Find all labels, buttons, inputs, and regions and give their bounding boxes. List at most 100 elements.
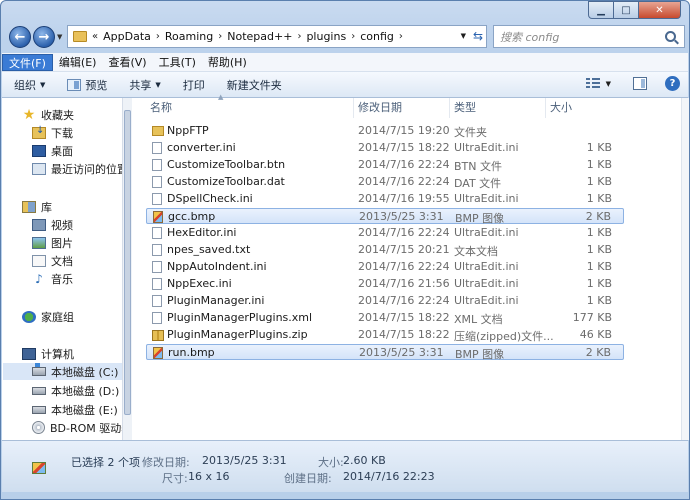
breadcrumb-chevron-icon[interactable]: › <box>399 31 403 42</box>
created-label: 创建日期: <box>284 472 332 485</box>
sidebar-item-favorites[interactable]: ★ 收藏夹 <box>22 106 74 123</box>
file-icon <box>152 142 162 154</box>
breadcrumb-chevron-icon[interactable]: › <box>297 31 301 42</box>
share-button[interactable]: 共享 ▼ <box>129 77 160 93</box>
file-list-scrollbar[interactable] <box>681 98 689 440</box>
sidebar-item-drive-c[interactable]: 本地磁盘 (C:) <box>3 363 122 380</box>
file-row[interactable]: npes_saved.txt 2014/7/15 20:21 文本文档 1 KB <box>146 242 624 258</box>
breadcrumb-chevron-icon[interactable]: › <box>156 31 160 42</box>
file-date: 2014/7/15 20:21 <box>358 243 450 256</box>
modified-label: 修改日期: <box>142 456 190 469</box>
sidebar-item-computer[interactable]: 计算机 <box>22 345 74 362</box>
breadcrumb-overflow[interactable]: « <box>92 31 98 42</box>
file-type: UltraEdit.ini <box>454 277 519 290</box>
navigation-bar: ← → ▼ « AppData › Roaming › Notepad++ › … <box>7 23 685 51</box>
file-row[interactable]: CustomizeToolbar.btn 2014/7/16 22:24 BTN… <box>146 157 624 173</box>
desktop-icon <box>32 144 46 157</box>
sidebar-item-libraries[interactable]: 库 <box>22 198 52 215</box>
sidebar-item-recent-places[interactable]: 最近访问的位置 <box>32 160 122 177</box>
file-type: XML 文档 <box>454 313 503 326</box>
file-row[interactable]: PluginManagerPlugins.zip 2014/7/15 18:22… <box>146 327 624 343</box>
address-history-dropdown[interactable]: ▼ <box>461 32 466 40</box>
minimize-button[interactable]: ▁ <box>588 1 614 19</box>
scrollbar-thumb[interactable] <box>124 110 131 415</box>
file-row[interactable]: PluginManagerPlugins.xml 2014/7/15 18:22… <box>146 310 624 326</box>
file-name: converter.ini <box>167 141 236 154</box>
menu-file[interactable]: 文件(F) <box>2 53 53 71</box>
search-icon[interactable] <box>665 31 676 42</box>
file-row-selected[interactable]: gcc.bmp 2013/5/25 3:31 BMP 图像 2 KB <box>146 208 624 225</box>
preview-icon <box>67 78 82 91</box>
help-icon[interactable]: ? <box>665 76 680 91</box>
sidebar-item-videos[interactable]: 视频 <box>32 216 73 233</box>
file-row[interactable]: NppFTP 2014/7/15 19:20 文件夹 <box>146 123 624 139</box>
dimensions-value: 16 x 16 <box>188 470 230 483</box>
print-button[interactable]: 打印 <box>183 77 205 93</box>
file-type: 压缩(zipped)文件... <box>454 330 554 343</box>
sidebar-item-documents[interactable]: 文档 <box>32 252 73 269</box>
bitmap-image-icon <box>153 211 163 223</box>
bitmap-thumbnail-icon <box>32 462 46 474</box>
file-row-selected[interactable]: run.bmp 2013/5/25 3:31 BMP 图像 2 KB <box>146 344 624 361</box>
star-icon: ★ <box>22 106 36 123</box>
file-size: 1 KB <box>586 277 612 290</box>
file-type: UltraEdit.ini <box>454 226 519 239</box>
organize-button[interactable]: 组织 ▼ <box>14 77 45 93</box>
file-row[interactable]: converter.ini 2014/7/15 18:22 UltraEdit.… <box>146 140 624 156</box>
sidebar-item-bd-rom[interactable]: BD-ROM 驱动器 <box>32 419 122 436</box>
back-button[interactable]: ← <box>9 26 31 48</box>
column-header-size[interactable]: 大小 <box>546 98 624 118</box>
breadcrumb-item[interactable]: AppData <box>103 30 151 43</box>
file-row[interactable]: NppExec.ini 2014/7/16 21:56 UltraEdit.in… <box>146 276 624 292</box>
sidebar-item-music[interactable]: ♪ 音乐 <box>32 270 73 287</box>
file-row[interactable]: NppAutoIndent.ini 2014/7/16 22:24 UltraE… <box>146 259 624 275</box>
preview-button[interactable]: 预览 <box>67 77 107 93</box>
breadcrumb-item[interactable]: plugins <box>306 30 346 43</box>
preview-pane-icon[interactable] <box>633 77 647 90</box>
column-header-name[interactable]: 名称 <box>146 98 354 118</box>
close-button[interactable]: ✕ <box>639 1 681 19</box>
search-box[interactable]: 搜索 config <box>493 25 685 48</box>
menu-help[interactable]: 帮助(H) <box>202 54 253 71</box>
sidebar-item-label: 最近访问的位置 <box>51 162 122 176</box>
sidebar-item-label: BD-ROM 驱动器 <box>50 421 122 435</box>
file-row[interactable]: CustomizeToolbar.dat 2014/7/16 22:24 DAT… <box>146 174 624 190</box>
new-folder-button[interactable]: 新建文件夹 <box>227 77 282 93</box>
address-bar[interactable]: « AppData › Roaming › Notepad++ › plugin… <box>67 25 487 48</box>
file-type: UltraEdit.ini <box>454 294 519 307</box>
breadcrumb-item[interactable]: Roaming <box>165 30 213 43</box>
sidebar-item-pictures[interactable]: 图片 <box>32 234 73 251</box>
sidebar-item-desktop[interactable]: 桌面 <box>32 142 73 159</box>
navigation-scrollbar[interactable] <box>122 98 132 440</box>
breadcrumb-chevron-icon[interactable]: › <box>218 31 222 42</box>
breadcrumb-item[interactable]: Notepad++ <box>227 30 292 43</box>
library-icon <box>22 200 36 213</box>
column-header-date[interactable]: 修改日期 <box>354 98 450 118</box>
recent-pages-dropdown[interactable]: ▼ <box>57 33 62 41</box>
sidebar-item-drive-d[interactable]: 本地磁盘 (D:) <box>32 382 119 399</box>
menu-edit[interactable]: 编辑(E) <box>53 54 103 71</box>
menu-view[interactable]: 查看(V) <box>102 54 152 71</box>
file-icon <box>152 261 162 273</box>
maximize-button[interactable]: □ <box>614 1 639 19</box>
modified-value: 2013/5/25 3:31 <box>202 454 287 467</box>
file-row[interactable]: HexEditor.ini 2014/7/16 22:24 UltraEdit.… <box>146 225 624 241</box>
sidebar-item-homegroup[interactable]: 家庭组 <box>22 308 74 325</box>
sidebar-item-drive-e[interactable]: 本地磁盘 (E:) <box>32 401 118 418</box>
forward-button[interactable]: → <box>33 26 55 48</box>
breadcrumb-item[interactable]: config <box>360 30 394 43</box>
menu-tools[interactable]: 工具(T) <box>153 54 202 71</box>
pictures-icon <box>32 236 46 249</box>
change-view-icon[interactable] <box>585 77 602 90</box>
file-name: PluginManager.ini <box>167 294 265 307</box>
breadcrumb-chevron-icon[interactable]: › <box>351 31 355 42</box>
file-size: 1 KB <box>586 158 612 171</box>
view-dropdown-arrow-icon[interactable]: ▼ <box>606 80 611 88</box>
computer-icon <box>22 347 36 360</box>
sidebar-item-downloads[interactable]: 下载 <box>32 124 73 141</box>
search-input[interactable]: 搜索 config <box>500 29 665 45</box>
file-row[interactable]: DSpellCheck.ini 2014/7/16 19:55 UltraEdi… <box>146 191 624 207</box>
refresh-icon[interactable]: ⇆ <box>473 29 483 43</box>
column-header-type[interactable]: 类型 <box>450 98 546 118</box>
file-row[interactable]: PluginManager.ini 2014/7/16 22:24 UltraE… <box>146 293 624 309</box>
